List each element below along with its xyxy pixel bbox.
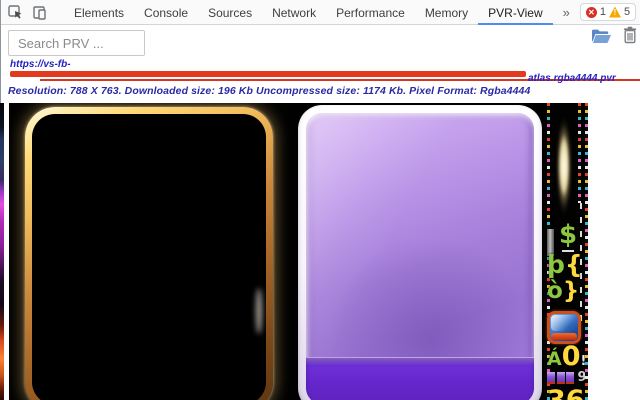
dotted-guide-line xyxy=(585,103,588,400)
trash-icon[interactable] xyxy=(622,26,638,44)
purple-square-sprite xyxy=(547,372,555,384)
glyph-row: þ{ xyxy=(547,252,583,277)
device-toolbar-icon[interactable] xyxy=(30,3,48,21)
glyph-o-grave: ò xyxy=(547,278,563,304)
open-folder-icon[interactable] xyxy=(591,28,612,44)
purple-square-sprite xyxy=(566,372,574,384)
sprite-card-frame-gold xyxy=(25,107,273,400)
tv-screen-highlight xyxy=(551,315,577,331)
tab-network[interactable]: Network xyxy=(262,0,326,25)
tab-memory[interactable]: Memory xyxy=(415,0,478,25)
sprite-card-purple-footer xyxy=(306,357,534,400)
gold-frame-highlight xyxy=(256,288,262,334)
tab-performance[interactable]: Performance xyxy=(326,0,415,25)
error-icon: ✕ xyxy=(586,7,597,18)
texture-url-link[interactable]: https://vs-fb- xyxy=(10,59,71,70)
error-count: 1 xyxy=(600,6,606,18)
tab-elements[interactable]: Elements xyxy=(64,0,134,25)
dotted-guide-line xyxy=(578,103,581,203)
redaction-bar xyxy=(10,71,526,77)
sprite-glyph-strip: $ þ{ ò} Á0! 9 36f xyxy=(545,103,588,400)
search-input[interactable] xyxy=(8,30,145,56)
sprite-card-frame-gold-interior xyxy=(32,114,266,400)
devtools-toolbar: Elements Console Sources Network Perform… xyxy=(0,0,640,25)
issues-badge[interactable]: ✕ 1 ! 5 xyxy=(580,3,636,21)
atlas-left-fragment xyxy=(0,103,4,400)
tv-base-bar xyxy=(551,333,577,340)
devtools-window: Elements Console Sources Network Perform… xyxy=(0,0,640,400)
inspect-element-icon[interactable] xyxy=(6,3,24,21)
glyph-a-acute: Á xyxy=(547,348,562,370)
devtools-tabs: Elements Console Sources Network Perform… xyxy=(64,0,580,25)
glyph-row: Á0! xyxy=(547,343,587,370)
glyph-brace-open: { xyxy=(565,250,583,279)
purple-square-sprite xyxy=(557,372,565,384)
glyph-brace-close: } xyxy=(563,278,579,304)
texture-info-line: Resolution: 788 X 763. Downloaded size: … xyxy=(8,85,530,97)
glyph-thorn: þ xyxy=(547,250,565,279)
pvr-texture-preview[interactable]: $ þ{ ò} Á0! 9 36f xyxy=(9,103,588,400)
tab-console[interactable]: Console xyxy=(134,0,198,25)
toolbar-right-cluster: ✕ 1 ! 5 2 ⚙ ⋮ × xyxy=(580,3,640,21)
warning-icon: ! xyxy=(609,7,621,18)
sprite-card-purple-glass xyxy=(306,113,534,400)
tab-sources[interactable]: Sources xyxy=(198,0,262,25)
pvr-view-panel: https://vs-fb- atlas.rgba4444.pvr Resolu… xyxy=(0,25,640,400)
sprite-card-purple xyxy=(298,105,542,400)
glyph-row: ò} xyxy=(547,280,579,303)
glyph-zero: 0 xyxy=(562,341,581,372)
glyph-row: 36f xyxy=(547,387,588,400)
toolbar-icon-group xyxy=(6,3,48,21)
glyph-three-six: 36 xyxy=(547,385,585,400)
tab-pvr-view[interactable]: PVR-View xyxy=(478,0,552,25)
texture-url-tail[interactable]: atlas.rgba4444.pvr xyxy=(528,73,616,84)
tv-icon-sprite xyxy=(547,311,581,344)
more-tabs-icon[interactable]: » xyxy=(553,0,580,25)
glyph-dollar: $ xyxy=(559,222,577,248)
warning-count: 5 xyxy=(624,6,630,18)
